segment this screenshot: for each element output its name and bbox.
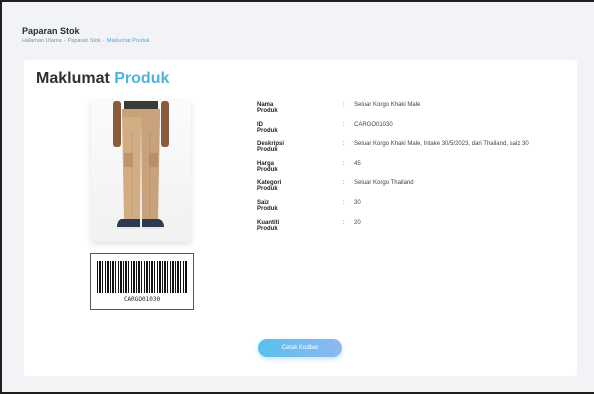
cargo-pants-illustration bbox=[113, 101, 169, 229]
detail-value: 30 bbox=[354, 199, 361, 206]
detail-label: Kuantiti Produk bbox=[257, 219, 280, 232]
card-title-accent: Produk bbox=[114, 70, 170, 87]
detail-value: Seluar Korgo Khaki Male, Intake 30/5/202… bbox=[354, 141, 529, 148]
barcode-bars bbox=[97, 261, 187, 293]
detail-label: Deskripsi Produk bbox=[257, 141, 285, 154]
detail-label: Saiz Produk bbox=[257, 199, 278, 212]
product-image bbox=[91, 101, 191, 242]
page-title: Paparan Stok bbox=[22, 26, 80, 36]
detail-value: 45 bbox=[354, 160, 361, 167]
detail-colon: : bbox=[343, 141, 345, 148]
detail-label: ID Produk bbox=[257, 121, 278, 134]
detail-colon: : bbox=[343, 180, 345, 187]
detail-value: CARGO01030 bbox=[354, 121, 393, 128]
breadcrumb-separator: - bbox=[102, 38, 105, 44]
detail-value: 20 bbox=[354, 219, 361, 226]
barcode-text: CARGO01030 bbox=[123, 296, 161, 303]
detail-label: Kategori Produk bbox=[257, 180, 282, 193]
breadcrumb-home[interactable]: Halaman Utama bbox=[22, 38, 62, 44]
detail-colon: : bbox=[343, 102, 345, 108]
product-barcode: CARGO01030 bbox=[90, 253, 194, 310]
print-barcode-button[interactable]: Cetak Kodbar bbox=[258, 339, 342, 357]
breadcrumb-separator: - bbox=[63, 38, 66, 44]
detail-colon: : bbox=[343, 219, 345, 226]
product-info-card: Maklumat Produk CARGO01030 Nama Produk:… bbox=[24, 60, 577, 376]
page-header: Paparan Stok Halaman Utama - Paparan Stok -… bbox=[22, 26, 150, 44]
breadcrumb-stock-view[interactable]: Paparan Stok bbox=[68, 38, 101, 44]
detail-colon: : bbox=[343, 199, 345, 206]
detail-colon: : bbox=[343, 121, 345, 128]
breadcrumb-current: Maklumat Produk bbox=[106, 38, 150, 44]
detail-label: Nama Produk bbox=[257, 102, 278, 114]
card-title: Maklumat Produk bbox=[36, 70, 169, 88]
detail-label: Harga Produk bbox=[257, 160, 278, 173]
detail-value: Seluar Korgo Thailand bbox=[354, 180, 414, 187]
detail-value: Seluar Korgo Khaki Male bbox=[354, 102, 421, 108]
detail-colon: : bbox=[343, 160, 345, 167]
card-title-main: Maklumat bbox=[36, 70, 110, 87]
breadcrumb: Halaman Utama - Paparan Stok - Maklumat Prod… bbox=[22, 38, 150, 44]
